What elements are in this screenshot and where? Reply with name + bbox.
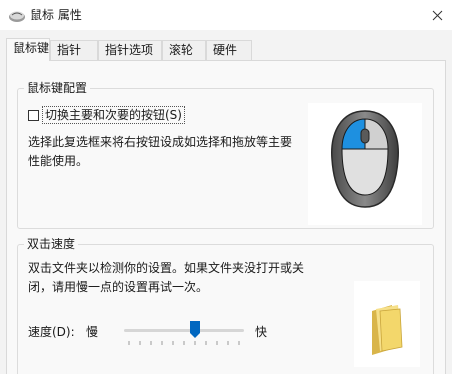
slider-track[interactable] <box>124 329 244 332</box>
slider-ticks <box>128 341 240 345</box>
description-line: 闭，请用慢一点的设置再试一次。 <box>28 280 209 294</box>
tab-label: 鼠标键 <box>13 41 50 55</box>
description-line: 双击文件夹以检测你的设置。如果文件夹没打开或关 <box>28 261 305 275</box>
description-line: 选择此复选框来将右按钮设成如选择和拖放等主要 <box>28 135 293 149</box>
tab-buttons[interactable]: 鼠标键 <box>6 38 50 61</box>
slow-label: 慢 <box>86 325 99 339</box>
button-configuration-group: 鼠标键配置 切换主要和次要的按钮(S) 选择此复选框来将右按钮设成如选择和拖放等… <box>17 80 434 229</box>
group-heading: 鼠标键配置 <box>24 80 91 96</box>
tab-wheel[interactable]: 滚轮 <box>162 40 206 60</box>
checkbox-label[interactable]: 切换主要和次要的按钮(S) <box>42 106 185 124</box>
tab-label: 滚轮 <box>169 43 194 57</box>
mouse-illustration <box>308 103 422 225</box>
double-click-description: 双击文件夹以检测你的设置。如果文件夹没打开或关 闭，请用慢一点的设置再试一次。 <box>28 259 328 297</box>
checkbox-box[interactable] <box>28 109 39 121</box>
mouse-properties-window: 鼠标 属性 鼠标键 指针 指针选项 滚轮 硬件 鼠标键配置 切换主要和次要的按钮… <box>0 0 452 374</box>
tab-label: 指针选项 <box>105 43 154 57</box>
tab-hardware[interactable]: 硬件 <box>206 40 252 60</box>
fast-label: 快 <box>255 325 268 339</box>
folder-icon[interactable] <box>354 281 420 367</box>
mouse-illustration-icon <box>331 110 399 208</box>
tab-pointer-options[interactable]: 指针选项 <box>98 40 162 60</box>
title-bar: 鼠标 属性 <box>0 0 452 30</box>
tab-pointers[interactable]: 指针 <box>50 40 98 60</box>
close-button[interactable] <box>422 0 452 30</box>
test-folder-area[interactable] <box>354 281 420 367</box>
tab-label: 指针 <box>57 43 82 57</box>
close-icon <box>432 10 442 20</box>
swap-buttons-checkbox[interactable]: 切换主要和次要的按钮(S) <box>28 106 185 124</box>
window-title: 鼠标 属性 <box>30 8 82 22</box>
mouse-icon <box>9 11 25 22</box>
slider-thumb[interactable] <box>190 321 200 338</box>
description-line: 性能使用。 <box>28 154 89 168</box>
tab-panel: 鼠标键配置 切换主要和次要的按钮(S) 选择此复选框来将右按钮设成如选择和拖放等… <box>6 60 446 374</box>
tab-strip: 鼠标键 指针 指针选项 滚轮 硬件 <box>6 38 446 61</box>
tab-label: 硬件 <box>213 43 238 57</box>
speed-label: 速度(D): <box>28 325 75 339</box>
swap-description: 选择此复选框来将右按钮设成如选择和拖放等主要 性能使用。 <box>28 133 313 171</box>
double-click-speed-slider[interactable] <box>124 321 244 351</box>
group-heading: 双击速度 <box>24 236 79 252</box>
double-click-speed-group: 双击速度 双击文件夹以检测你的设置。如果文件夹没打开或关 闭，请用慢一点的设置再… <box>17 236 434 374</box>
